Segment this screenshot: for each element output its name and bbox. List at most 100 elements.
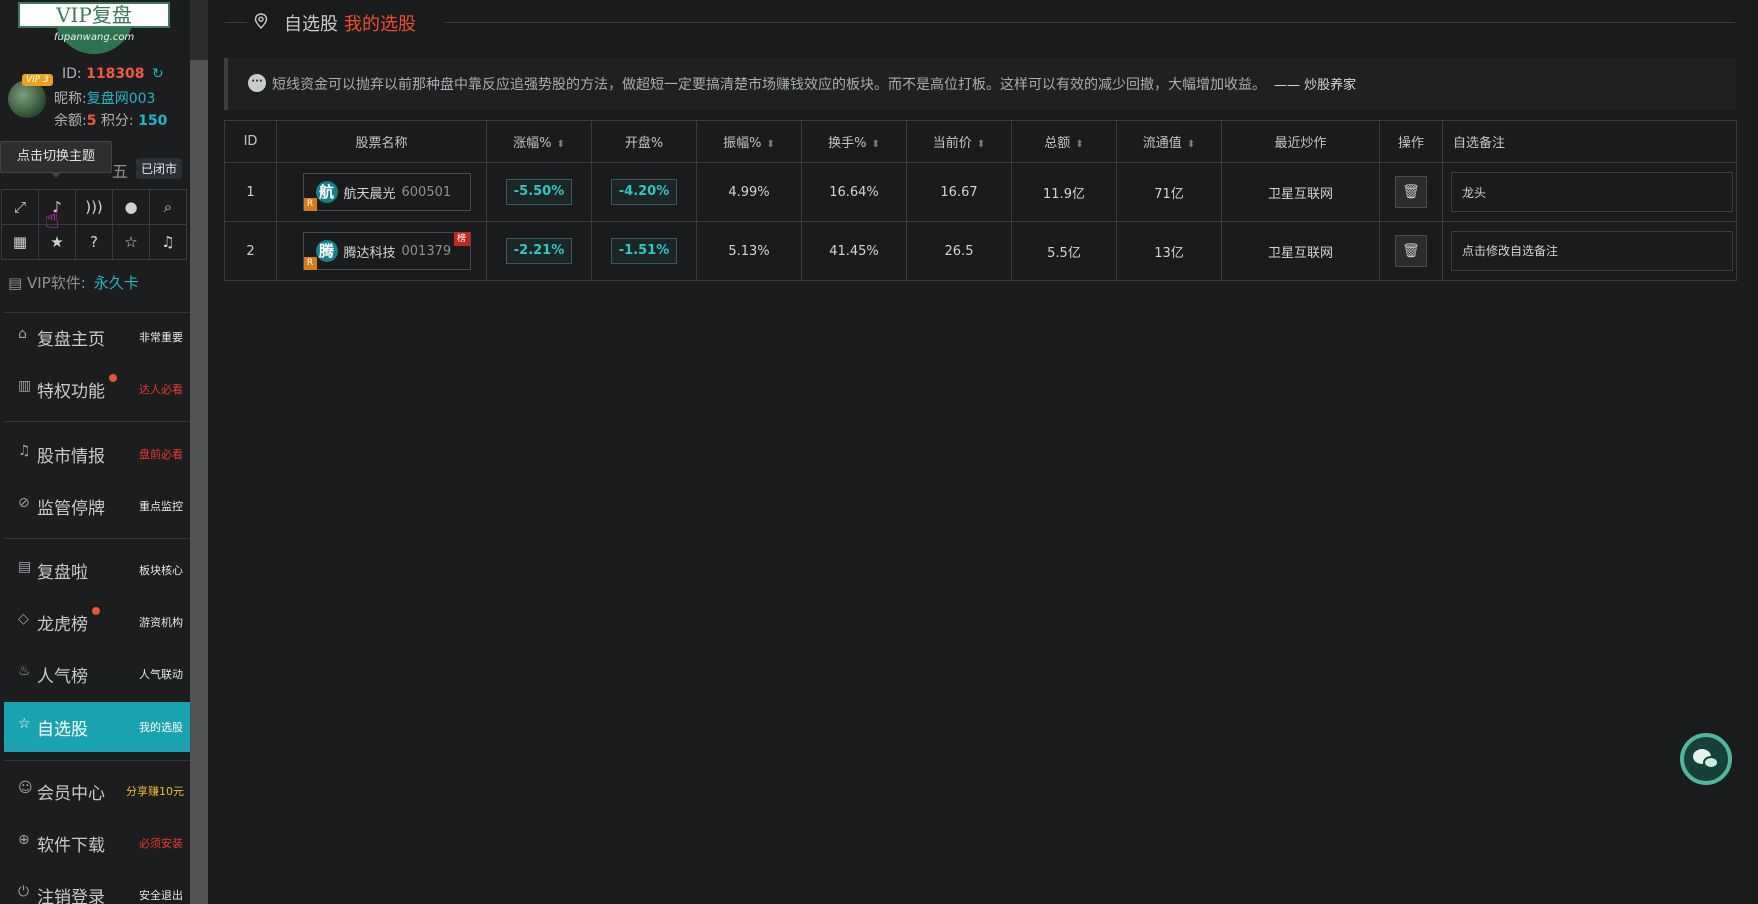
note-input[interactable] [1451,231,1733,271]
open-value: -4.20% [611,179,677,205]
sort-icon[interactable]: ⬍ [871,139,879,150]
nav-item-review[interactable]: ▤ 复盘啦 板块核心 [4,545,190,595]
nav-sub-label: 我的选股 [139,721,183,734]
nav-divider [4,421,190,422]
cell-action: 🗑 [1379,221,1443,281]
sort-icon[interactable]: ⬍ [977,139,985,150]
col-header-amplitude[interactable]: 振幅% ⬍ [696,120,802,163]
delete-button[interactable]: 🗑 [1395,176,1427,208]
balance-value: 5 [86,113,97,129]
nav-label: 监管停牌 [37,499,105,519]
notification-dot [109,374,117,382]
nav-divider [4,538,190,539]
nav-sub-label: 游资机构 [139,616,183,629]
stock-initial: 航 [315,181,338,203]
nav-item-market-news[interactable]: ♫ 股市情报 盘前必看 [4,429,190,479]
nav-item-home[interactable]: ⌂ 复盘主页 非常重要 [4,312,190,362]
site-logo[interactable]: fupanwang.com VIP复盘 [18,0,170,56]
quote-banner: ··· 短线资金可以抛弃以前那种盘中靠反应追强势股的方法，做超短一定要搞清楚市场… [224,58,1736,110]
breadcrumb-line [445,22,1735,23]
nav-item-privilege[interactable]: ▥ 特权功能 达人必看 [4,364,190,414]
help-icon[interactable]: ? [75,224,113,260]
wechat-icon[interactable]: ● [112,189,150,225]
nav-item-popularity[interactable]: ♨ 人气榜 人气联动 [4,649,190,699]
nav-item-dragon-tiger[interactable]: ◇ 龙虎榜 游资机构 [4,597,190,647]
id-value: 118308 [86,66,145,82]
col-header-turnover[interactable]: 换手% ⬍ [801,120,907,163]
nav-item-download[interactable]: ⊕ 软件下载 必须安装 [4,818,190,868]
points-label: 积分: [100,113,134,129]
stock-name: 腾达科技 [343,245,396,261]
cell-change: -2.21% [486,221,592,281]
nav-item-watchlist[interactable]: ☆ 自选股 我的选股 [4,702,190,752]
cell-stock: 航 航天晨光 600501 R [276,162,487,222]
col-header-label: 换手% [828,136,867,151]
cell-amplitude: 4.99% [696,162,802,222]
nickname-label: 昵称: [54,91,87,107]
sort-icon[interactable]: ⬍ [1075,139,1083,150]
cell-float: 13亿 [1116,221,1222,281]
nav-item-logout[interactable]: ⏻ 注销登录 安全退出 [4,870,190,904]
wechat-bubble-icon [1703,756,1719,769]
col-header-total[interactable]: 总额 ⬍ [1011,120,1117,163]
fullscreen-icon[interactable]: ⤢ [1,189,39,225]
change-value: -2.21% [506,238,572,264]
nav-sub-label: 重点监控 [139,500,183,513]
monitor-icon: ⊘ [18,495,30,511]
stock-chip[interactable]: 腾 腾达科技 001379 R 榜 [302,232,471,270]
breadcrumb-title: 自选股 [284,14,338,35]
col-header-float[interactable]: 流通值 ⬍ [1116,120,1222,163]
ranking-tag: 榜 [453,232,470,246]
sidebar-scrollbar-thumb[interactable] [190,60,208,904]
chat-bubble-icon: ··· [248,74,266,92]
r-tag: R [303,257,317,270]
stock-initial: 腾 [315,240,338,262]
delete-button[interactable]: 🗑 [1395,235,1427,267]
nav-sub-label: 安全退出 [139,889,183,902]
stock-chip[interactable]: 航 航天晨光 600501 R [302,173,471,211]
nav-label: 股市情报 [37,447,105,467]
logo-text: VIP复盘 [18,2,170,28]
vip-software-label: VIP软件: [26,274,86,292]
nav-label: 人气榜 [37,667,88,687]
nav-label: 特权功能 [37,382,105,402]
col-header-price[interactable]: 当前价 ⬍ [906,120,1012,163]
open-value: -1.51% [611,238,677,264]
col-header-change[interactable]: 涨幅% ⬍ [486,120,592,163]
logout-icon: ⏻ [18,884,30,900]
cell-recent-hype[interactable]: 卫星互联网 [1221,221,1380,281]
nav-sub-label: 板块核心 [139,564,183,577]
nav-sub-label: 人气联动 [139,668,183,681]
nav-label: 注销登录 [37,888,105,904]
sound-icon[interactable]: ))) [75,189,113,225]
cell-recent-hype[interactable]: 卫星互联网 [1221,162,1380,222]
col-header-name: 股票名称 [276,120,487,163]
stock-code: 600501 [401,184,452,200]
nav-sub-label: 非常重要 [139,331,183,344]
privilege-icon: ▥ [18,378,32,394]
nav-label: 复盘主页 [37,330,105,350]
table-row: 2 腾 腾达科技 001379 R 榜 -2.21% -1.51% 5.13% … [224,221,1737,281]
refresh-icon[interactable]: ↻ [152,66,164,82]
bell-icon[interactable]: ♫ [149,224,187,260]
sort-icon[interactable]: ⬍ [766,139,774,150]
sort-icon[interactable]: ⬍ [1187,139,1195,150]
search-icon[interactable]: ⌕ [149,189,187,225]
breadcrumb-line [225,22,247,23]
list-icon: ▤ [18,559,32,575]
cell-note [1442,221,1737,281]
col-header-action: 操作 [1379,120,1443,163]
note-input[interactable] [1451,172,1733,212]
cell-open: -1.51% [591,221,697,281]
sort-icon[interactable]: ⬍ [556,139,564,150]
breadcrumb: 自选股 我的选股 [284,10,416,36]
nav-item-suspension[interactable]: ⊘ 监管停牌 重点监控 [4,481,190,531]
apps-icon[interactable]: ▦ [1,224,39,260]
cell-total: 5.5亿 [1011,221,1117,281]
breadcrumb-subtitle: 我的选股 [344,14,416,35]
wechat-float-button[interactable] [1680,733,1732,785]
nickname-value[interactable]: 复盘网003 [87,91,156,107]
nav-item-member[interactable]: ☺ 会员中心 分享赚10元 [4,766,190,816]
user-id-line: ID: 118308 ↻ [62,66,164,82]
star-outline-icon[interactable]: ☆ [112,224,150,260]
